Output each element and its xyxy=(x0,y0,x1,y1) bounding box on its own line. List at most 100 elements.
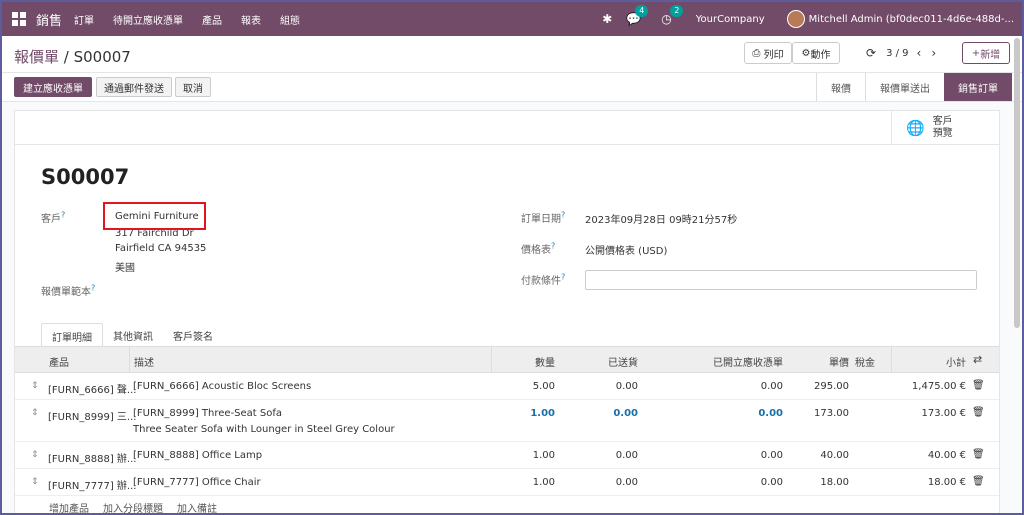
help-icon[interactable]: ? xyxy=(561,211,565,220)
line-quantity[interactable]: 5.00 xyxy=(495,381,555,392)
pricelist-text: 價格表 xyxy=(521,245,551,256)
payment-terms-input[interactable] xyxy=(585,270,977,290)
line-subtotal: 40.00 € xyxy=(927,450,966,461)
print-label: 列印 xyxy=(763,49,784,61)
line-quantity[interactable]: 1.00 xyxy=(495,408,555,419)
table-row[interactable]: ⇕ [FURN_8888] 辦... [FURN_8888] Office La… xyxy=(15,442,999,469)
new-button[interactable]: + 新增 xyxy=(962,42,1010,64)
line-description[interactable]: [FURN_8999] Three-Seat Sofa xyxy=(133,408,282,419)
chevron-right-icon[interactable]: › xyxy=(931,46,936,60)
trash-icon[interactable]: 🗑 xyxy=(972,449,985,460)
line-unit-price[interactable]: 18.00 xyxy=(795,477,849,488)
drag-handle-icon[interactable]: ⇕ xyxy=(31,381,39,391)
column-settings-icon[interactable]: ⇄ xyxy=(973,353,982,366)
line-product[interactable]: [FURN_6666] 聲... xyxy=(48,381,136,396)
line-description-detail[interactable]: Three Seater Sofa with Lounger in Steel … xyxy=(133,424,395,435)
line-delivered[interactable]: 0.00 xyxy=(565,450,638,461)
line-product[interactable]: [FURN_7777] 辦... xyxy=(48,477,136,492)
trash-icon[interactable]: 🗑 xyxy=(972,380,985,391)
order-date-field[interactable]: 2023年09月28日 09時21分57秒 xyxy=(585,211,737,226)
print-button[interactable]: ⎙ 列印 xyxy=(744,42,792,64)
create-invoice-button[interactable]: 建立應收憑單 xyxy=(14,77,92,97)
breadcrumb-current: S00007 xyxy=(73,48,131,66)
refresh-icon[interactable]: ⟳ xyxy=(866,46,876,60)
pricelist-field[interactable]: 公開價格表 (USD) xyxy=(585,242,667,257)
pager-value[interactable]: 3 / 9 xyxy=(886,48,908,59)
breadcrumb-quotations[interactable]: 報價單 xyxy=(14,48,59,66)
form-sheet: 🌐 客戶 預覽 S00007 客戶? Gemini Furniture 317 F… xyxy=(14,110,1000,513)
send-email-button[interactable]: 通過郵件發送 xyxy=(96,77,172,97)
line-subtotal: 1,475.00 € xyxy=(911,381,966,392)
customer-label: 客戶? xyxy=(41,210,65,225)
line-delivered[interactable]: 0.00 xyxy=(565,381,638,392)
column-unit-price[interactable]: 單價 xyxy=(795,354,849,369)
add-product-link[interactable]: 增加產品 xyxy=(49,500,89,513)
line-unit-price[interactable]: 40.00 xyxy=(795,450,849,461)
column-product[interactable]: 產品 xyxy=(49,354,69,369)
customer-preview-label: 客戶 預覽 xyxy=(933,116,953,140)
menu-item-products[interactable]: 產品 xyxy=(202,12,222,27)
stage-sales-order[interactable]: 銷售訂單 xyxy=(944,73,1012,101)
drag-handle-icon[interactable]: ⇕ xyxy=(31,408,39,418)
menu-item-orders[interactable]: 訂單 xyxy=(74,12,94,27)
trash-icon[interactable]: 🗑 xyxy=(972,407,985,418)
help-icon[interactable]: ? xyxy=(91,284,95,293)
action-button[interactable]: ⚙ 動作 xyxy=(792,42,840,64)
add-section-link[interactable]: 加入分段標題 xyxy=(103,500,163,513)
help-icon[interactable]: ? xyxy=(551,242,555,251)
stage-pipeline: 報價 報價單送出 銷售訂單 xyxy=(816,73,1012,101)
line-description[interactable]: [FURN_8888] Office Lamp xyxy=(133,450,262,461)
column-invoiced[interactable]: 已開立應收憑單 xyxy=(655,354,783,369)
menu-item-to-invoice[interactable]: 待開立應收憑單 xyxy=(113,12,183,27)
line-unit-price[interactable]: 295.00 xyxy=(795,381,849,392)
customer-preview-button[interactable]: 🌐 客戶 預覽 xyxy=(891,111,999,145)
column-taxes[interactable]: 稅金 xyxy=(855,354,875,369)
drag-handle-icon[interactable]: ⇕ xyxy=(31,450,39,460)
line-quantity[interactable]: 1.00 xyxy=(495,477,555,488)
line-delivered[interactable]: 0.00 xyxy=(565,477,638,488)
line-product[interactable]: [FURN_8888] 辦... xyxy=(48,450,136,465)
stage-quotation[interactable]: 報價 xyxy=(816,73,865,101)
add-note-link[interactable]: 加入備註 xyxy=(177,500,217,513)
avatar[interactable] xyxy=(786,10,805,28)
table-row[interactable]: ⇕ [FURN_7777] 辦... [FURN_7777] Office Ch… xyxy=(15,469,999,496)
customer-preview-line2: 預覽 xyxy=(932,128,953,139)
column-subtotal[interactable]: 小計 xyxy=(895,354,966,369)
drag-handle-icon[interactable]: ⇕ xyxy=(31,477,39,487)
vertical-scrollbar[interactable] xyxy=(1014,38,1020,328)
line-unit-price[interactable]: 173.00 xyxy=(795,408,849,419)
globe-icon: 🌐 xyxy=(906,119,925,137)
line-invoiced: 0.00 xyxy=(758,408,783,419)
chevron-left-icon[interactable]: ‹ xyxy=(917,46,922,60)
status-bar: 建立應收憑單 通過郵件發送 取消 報價 報價單送出 銷售訂單 xyxy=(2,72,1022,102)
bug-icon[interactable]: ✱ xyxy=(602,12,612,26)
table-row[interactable]: ⇕ [FURN_6666] 聲... [FURN_6666] Acoustic … xyxy=(15,373,999,400)
menu-item-reporting[interactable]: 報表 xyxy=(241,12,261,27)
activities-icon[interactable]: ◷ 2 xyxy=(661,5,684,26)
company-switcher[interactable]: YourCompany xyxy=(696,14,765,25)
line-quantity[interactable]: 1.00 xyxy=(495,450,555,461)
help-icon[interactable]: ? xyxy=(561,273,565,282)
customer-address-line2: Fairfield CA 94535 xyxy=(115,243,207,254)
column-delivered[interactable]: 已送貨 xyxy=(565,354,638,369)
trash-icon[interactable]: 🗑 xyxy=(972,476,985,487)
apps-menu-icon[interactable] xyxy=(12,12,26,26)
line-delivered[interactable]: 0.00 xyxy=(565,408,638,419)
line-description[interactable]: [FURN_6666] Acoustic Bloc Screens xyxy=(133,381,311,392)
help-icon[interactable]: ? xyxy=(61,211,65,220)
line-invoiced: 0.00 xyxy=(760,450,783,461)
main-menu: 訂單 待開立應收憑單 產品 報表 組態 xyxy=(74,12,319,27)
line-subtotal: 18.00 € xyxy=(927,477,966,488)
messages-icon[interactable]: 💬 4 xyxy=(626,5,649,26)
cancel-button[interactable]: 取消 xyxy=(175,77,211,97)
table-row[interactable]: ⇕ [FURN_8999] 三... [FURN_8999] Three-Sea… xyxy=(15,400,999,442)
menu-item-configuration[interactable]: 組態 xyxy=(280,12,300,27)
line-product[interactable]: [FURN_8999] 三... xyxy=(48,408,136,423)
line-description[interactable]: [FURN_7777] Office Chair xyxy=(133,477,261,488)
stage-quotation-sent[interactable]: 報價單送出 xyxy=(865,73,944,101)
column-quantity[interactable]: 數量 xyxy=(495,354,555,369)
app-name[interactable]: 銷售 xyxy=(36,10,62,29)
line-subtotal: 173.00 € xyxy=(921,408,966,419)
user-menu[interactable]: Mitchell Admin (bf0dec011-4d6e-488d-... xyxy=(809,14,1014,25)
column-description[interactable]: 描述 xyxy=(134,354,154,369)
